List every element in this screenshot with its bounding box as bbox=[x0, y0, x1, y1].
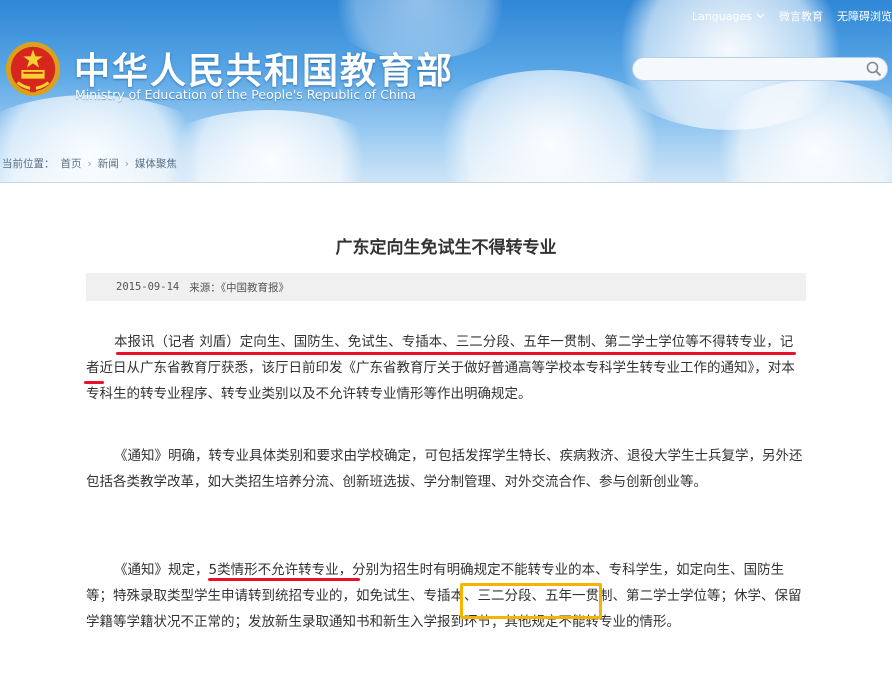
breadcrumb: 当前位置： 首页 › 新闻 › 媒体聚焦 bbox=[2, 156, 177, 171]
article-meta: 2015-09-14 来源：《中国教育报》 bbox=[86, 273, 806, 301]
languages-menu[interactable]: Languages bbox=[692, 10, 765, 23]
article-paragraph: 《通知》规定，5类情形不允许转专业，分别为招生时有明确规定不能转专业的本、专科学… bbox=[86, 562, 802, 630]
site-title-en[interactable]: Ministry of Education of the People's Re… bbox=[75, 87, 416, 102]
article-source: 《中国教育报》 bbox=[220, 281, 289, 294]
top-links: Languages 微言教育 无障碍浏览 bbox=[692, 8, 892, 24]
red-underline-mark bbox=[208, 578, 360, 581]
article-date: 2015-09-14 bbox=[116, 281, 180, 293]
accessibility-link[interactable]: 无障碍浏览 bbox=[837, 8, 892, 24]
red-underline-mark bbox=[116, 352, 796, 355]
source-label: 来源： bbox=[189, 281, 221, 294]
chevron-down-icon bbox=[756, 13, 765, 19]
article-paragraph: 《通知》明确，转专业具体类别和要求由学校确定，可包括发挥学生特长、疾病救济、退役… bbox=[86, 448, 803, 490]
breadcrumb-prefix: 当前位置： bbox=[2, 158, 55, 170]
chevron-right-icon: › bbox=[124, 157, 129, 170]
chevron-right-icon: › bbox=[87, 157, 92, 170]
article-paragraph: 本报讯（记者 刘盾）定向生、国防生、免试生、专插本、三二分段、五年一贯制、第二学… bbox=[86, 334, 795, 402]
site-header: 中华人民共和国教育部 Ministry of Education of the … bbox=[0, 0, 892, 182]
search-input[interactable] bbox=[632, 57, 888, 81]
languages-label: Languages bbox=[691, 9, 752, 23]
article-panel: 广东定向生免试生不得转专业 2015-09-14 来源：《中国教育报》 本报讯（… bbox=[0, 182, 892, 678]
search-icon[interactable] bbox=[865, 60, 883, 78]
breadcrumb-news[interactable]: 新闻 bbox=[98, 156, 119, 171]
weiyan-edu-link[interactable]: 微言教育 bbox=[779, 8, 823, 24]
red-underline-mark bbox=[84, 381, 104, 384]
national-emblem-icon bbox=[5, 41, 61, 97]
breadcrumb-media[interactable]: 媒体聚焦 bbox=[135, 156, 177, 171]
yellow-highlight-box bbox=[460, 583, 602, 619]
article-title: 广东定向生免试生不得转专业 bbox=[335, 238, 557, 258]
breadcrumb-home[interactable]: 首页 bbox=[61, 156, 82, 171]
